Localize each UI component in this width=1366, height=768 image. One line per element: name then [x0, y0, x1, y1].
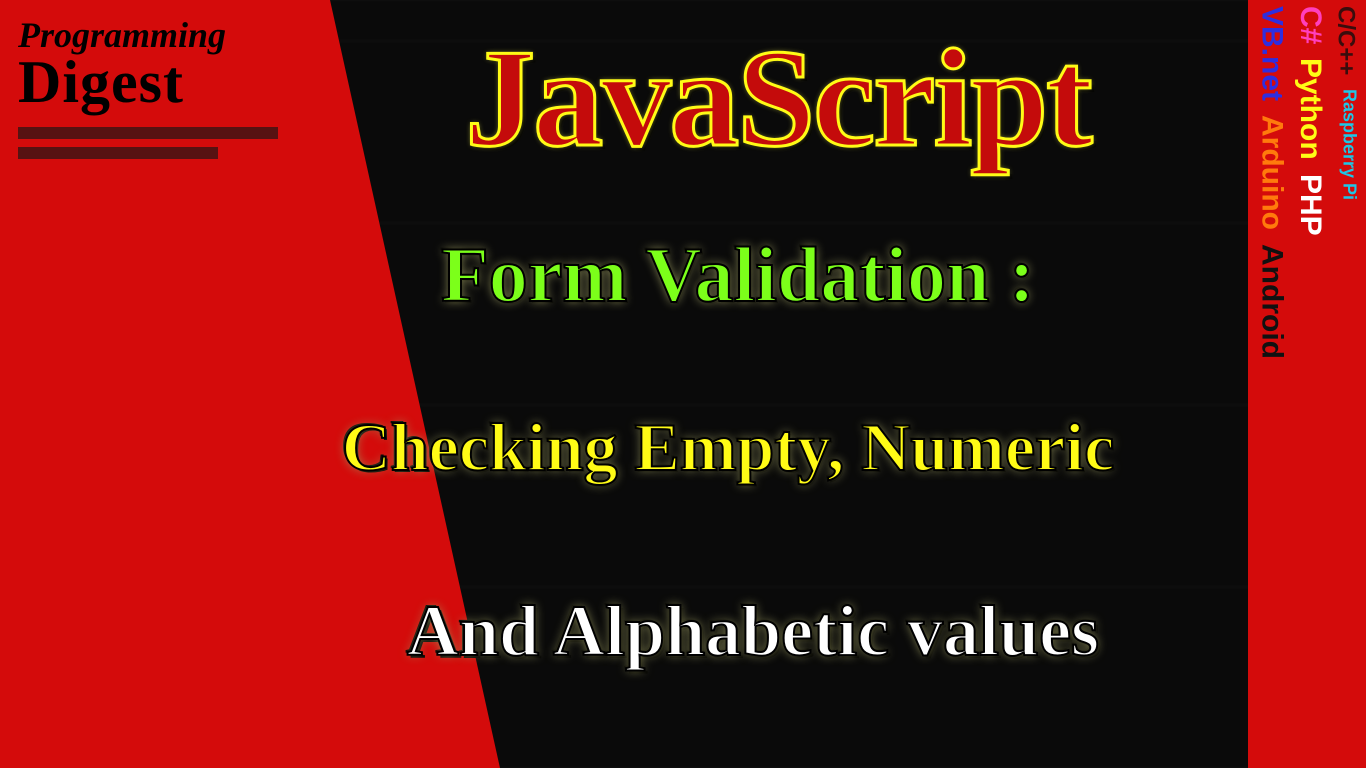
- brand-underline-short: [18, 147, 218, 159]
- tag-ccpp: C/C++: [1332, 6, 1360, 75]
- tags-col-1: VB.net Arduino Android: [1254, 6, 1288, 762]
- brand-logo: Programming Digest: [18, 14, 278, 159]
- subtitle-alphabetic: And Alphabetic values: [280, 590, 1226, 673]
- subtitle-form-validation: Form Validation :: [250, 230, 1226, 320]
- tag-android: Android: [1254, 244, 1288, 359]
- tags-col-2: C# Python PHP: [1293, 6, 1327, 762]
- main-title: JavaScript: [330, 18, 1226, 179]
- brand-line2: Digest: [18, 48, 278, 117]
- tag-vbnet: VB.net: [1254, 6, 1288, 101]
- tag-python: Python: [1293, 58, 1327, 160]
- tag-php: PHP: [1293, 174, 1327, 236]
- tag-arduino: Arduino: [1254, 115, 1288, 230]
- tag-raspberry: Raspberry Pi: [1332, 89, 1360, 200]
- tag-csharp: C#: [1293, 6, 1327, 44]
- right-tags-panel: VB.net Arduino Android C# Python PHP C/C…: [1248, 0, 1366, 768]
- tags-col-3: C/C++ Raspberry Pi: [1332, 6, 1360, 762]
- brand-underline: [18, 127, 278, 139]
- subtitle-checking: Checking Empty, Numeric: [230, 408, 1226, 487]
